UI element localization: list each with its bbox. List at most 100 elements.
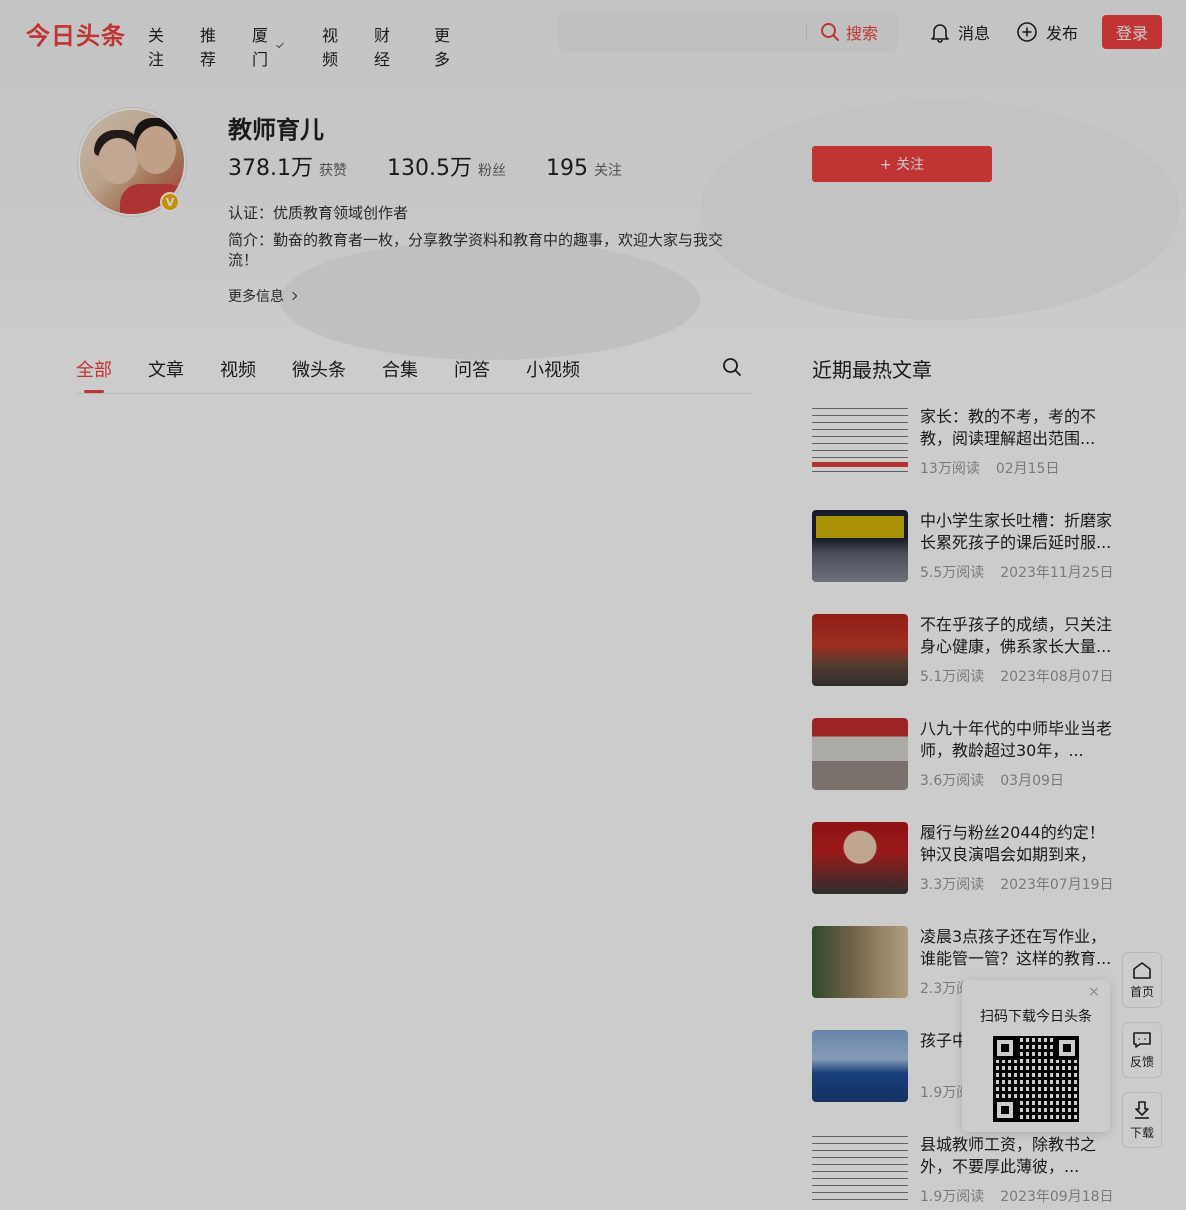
certification-text: 认证：优质教育领域创作者 [228,204,409,222]
article-meta: 13万阅读 02月15日 [920,458,1059,478]
article-date: 2023年09月18日 [1000,1189,1114,1205]
download-float-button[interactable]: 下载 [1122,1092,1162,1148]
messages-button[interactable]: 消息 [930,20,990,44]
article-title[interactable]: 八九十年代的中师毕业当老师，教龄超过30年，... [920,718,1120,762]
publish-button[interactable]: 发布 [1016,20,1078,44]
nav-item-follow[interactable]: 关注 [148,22,164,70]
stat-label: 获赞 [318,163,347,179]
home-float-button[interactable]: 首页 [1122,952,1162,1008]
article-thumbnail[interactable] [812,926,908,998]
article-meta: 5.1万阅读 2023年08月07日 [920,666,1114,686]
article-thumbnail[interactable] [812,718,908,790]
search-button-label: 搜索 [846,24,879,43]
stat-likes: 378.1万 获赞 [228,150,347,182]
search-divider [806,24,807,40]
article-meta: 3.6万阅读 03月09日 [920,770,1064,790]
download-icon [1135,1100,1149,1119]
article-meta: 5.5万阅读 2023年11月25日 [920,562,1114,582]
article-title[interactable]: 中小学生家长吐槽：折磨家长累死孩子的课后延时服... [920,510,1120,554]
qr-download-popup: × 扫码下载今日头条 [962,980,1110,1132]
list-item[interactable]: 履行与粉丝2044的约定！钟汉良演唱会如期到来，5... 3.3万阅读 2023年… [812,822,1132,898]
profile-stats: 378.1万 获赞 130.5万 粉丝 195 关注 [228,150,662,182]
article-thumbnail[interactable] [812,822,908,894]
search-input[interactable] [570,20,800,44]
sidebar-title: 近期最热文章 [812,358,932,382]
chevron-right-icon [288,291,298,301]
stat-value: 195 [545,156,588,181]
article-title[interactable]: 家长：教的不考，考的不教，阅读理解超出范围... [920,406,1120,450]
more-info-link[interactable]: 更多信息 [228,286,298,306]
article-thumbnail[interactable] [812,406,908,478]
tab-articles[interactable]: 文章 [148,356,184,382]
article-date: 2023年07月19日 [1000,877,1114,893]
article-date: 2023年11月25日 [1000,565,1114,581]
publish-label: 发布 [1046,24,1079,43]
article-reads: 5.1万阅读 [920,669,985,685]
top-header: 今日头条 关注 推荐 厦门 视频 财经 更多 搜索 消息 发布 登录 [0,0,1186,69]
tab-micro-posts[interactable]: 微头条 [292,356,346,382]
article-thumbnail[interactable] [812,510,908,582]
stat-value: 378.1万 [228,156,313,181]
profile-name: 教师育儿 [228,116,324,144]
nav-item-video[interactable]: 视频 [322,22,338,70]
stat-following[interactable]: 195 关注 [546,156,622,181]
article-reads: 1.9万阅读 [920,1189,985,1205]
article-title[interactable]: 县城教师工资，除教书之外，不要厚此薄彼，... [920,1134,1120,1178]
chat-icon [1133,1031,1151,1048]
article-reads: 13万阅读 [920,461,980,477]
nav-item-more[interactable]: 更多 [434,22,450,70]
feedback-float-button[interactable]: 反馈 [1122,1022,1162,1078]
stat-label: 关注 [593,163,622,179]
article-thumbnail[interactable] [812,614,908,686]
tab-short-videos[interactable]: 小视频 [526,356,580,382]
active-tab-indicator [84,390,104,393]
article-thumbnail[interactable] [812,1030,908,1102]
tab-collections[interactable]: 合集 [382,356,418,382]
messages-label: 消息 [958,24,991,43]
chevron-down-icon [275,39,284,49]
close-icon[interactable]: × [1088,984,1100,1000]
tab-all[interactable]: 全部 [76,356,112,382]
search-button[interactable]: 搜索 [820,20,878,44]
profile-intro: 简介：勤奋的教育者一枚，分享教学资料和教育中的趣事，欢迎大家与我交流！ [228,231,724,269]
content-tabs: 全部 文章 视频 微头条 合集 问答 小视频 [76,340,752,394]
nav-item-city-label: 厦门 [252,26,269,69]
list-item[interactable]: 八九十年代的中师毕业当老师，教龄超过30年，... 3.6万阅读 03月09日 [812,718,1132,794]
nav-item-finance[interactable]: 财经 [374,22,390,70]
more-info-label: 更多信息 [228,289,284,305]
qr-code [993,1036,1079,1122]
article-title[interactable]: 履行与粉丝2044的约定！钟汉良演唱会如期到来，5... [920,822,1120,866]
list-item[interactable]: 县城教师工资，除教书之外，不要厚此薄彼，... 1.9万阅读 2023年09月18… [812,1134,1132,1210]
home-icon [1133,961,1151,979]
plus-circle-icon [1017,22,1037,42]
tab-qa[interactable]: 问答 [454,356,490,382]
nav-item-city[interactable]: 厦门 [252,22,284,70]
follow-button[interactable]: + 关注 [812,146,992,182]
article-date: 03月09日 [1000,773,1064,789]
verified-badge: V [160,192,180,212]
article-reads: 5.5万阅读 [920,565,985,581]
article-title[interactable]: 不在乎孩子的成绩，只关注身心健康，佛系家长大量... [920,614,1120,658]
stat-label: 粉丝 [477,163,506,179]
article-meta: 1.9万阅读 2023年09月18日 [920,1186,1114,1206]
page: 今日头条 关注 推荐 厦门 视频 财经 更多 搜索 消息 发布 登录 V 教师育… [0,0,1186,1210]
home-label: 首页 [1129,984,1154,999]
stat-fans[interactable]: 130.5万 粉丝 [387,150,506,182]
feedback-label: 反馈 [1129,1054,1154,1069]
article-reads: 3.3万阅读 [920,877,985,893]
login-button[interactable]: 登录 [1102,15,1162,49]
logo[interactable]: 今日头条 [26,16,126,51]
search-icon[interactable] [722,357,742,377]
nav-item-recommend[interactable]: 推荐 [200,22,216,70]
bell-icon [931,24,949,43]
list-item[interactable]: 家长：教的不考，考的不教，阅读理解超出范围... 13万阅读 02月15日 [812,406,1132,482]
stat-value: 130.5万 [386,156,472,181]
search-box: 搜索 [558,12,898,52]
article-thumbnail[interactable] [812,1134,908,1206]
tab-videos[interactable]: 视频 [220,356,256,382]
download-label: 下载 [1129,1125,1154,1140]
list-item[interactable]: 不在乎孩子的成绩，只关注身心健康，佛系家长大量... 5.1万阅读 2023年08… [812,614,1132,690]
article-date: 02月15日 [995,461,1060,477]
article-title[interactable]: 凌晨3点孩子还在写作业，谁能管一管？这样的教育... [920,926,1120,970]
list-item[interactable]: 中小学生家长吐槽：折磨家长累死孩子的课后延时服... 5.5万阅读 2023年11… [812,510,1132,586]
